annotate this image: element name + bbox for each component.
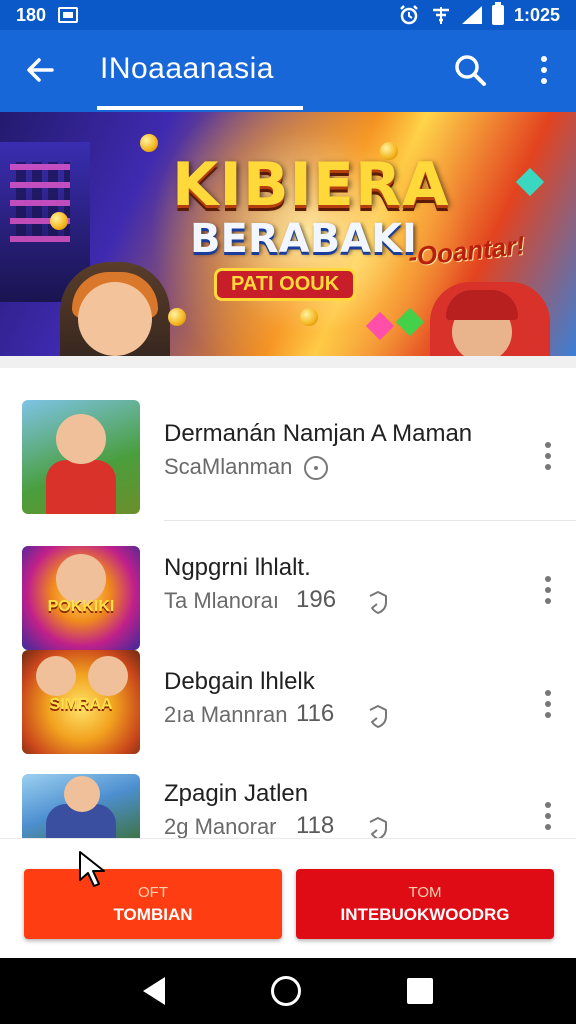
search-button[interactable] — [450, 50, 490, 90]
secondary-action-button[interactable]: TOM INTEBUOKWOODRG — [296, 869, 554, 939]
gem-icon — [515, 167, 545, 197]
button-label: TOMBIAN — [113, 904, 193, 924]
more-vert-dot — [545, 813, 551, 819]
more-vert-dot — [545, 824, 551, 830]
back-button[interactable] — [20, 50, 60, 90]
shield-icon — [369, 591, 387, 614]
more-vert-dot — [541, 78, 547, 84]
more-vert-dot — [545, 587, 551, 593]
more-vert-icon — [541, 56, 547, 62]
thumb-label: SIMRAA — [49, 696, 113, 713]
coin-icon — [300, 308, 318, 326]
item-title: Dermanán Namjan A Maman — [164, 420, 473, 447]
item-more-button[interactable] — [536, 798, 560, 834]
more-vert-icon — [545, 802, 551, 808]
game-thumbnail: SIMRAA — [22, 650, 140, 754]
more-vert-icon — [545, 576, 551, 582]
status-time-left: 180 — [16, 4, 47, 25]
screen: 180 1:025 INoaaanasia KIBIERA BERABAKI P… — [0, 0, 576, 1024]
banner-logo-line1: KIBIERA — [172, 150, 450, 220]
more-vert-icon — [545, 442, 551, 448]
list-divider — [164, 520, 576, 521]
coin-icon — [50, 212, 68, 230]
status-left: 180 — [16, 4, 79, 26]
item-more-button[interactable] — [536, 686, 560, 722]
item-subtitle: 2g Manorar — [164, 814, 277, 839]
clock-icon — [304, 456, 328, 480]
banner-character-right-hat — [446, 290, 518, 320]
game-thumbnail — [22, 400, 140, 514]
item-subtitle: Ta Mlanoraı — [164, 588, 279, 613]
more-vert-dot — [545, 453, 551, 459]
item-count: 116 — [296, 700, 335, 727]
thumb-character-head — [64, 776, 100, 812]
more-vert-dot — [545, 712, 551, 718]
item-count: 196 — [296, 586, 337, 613]
item-title: Zpagin Jatlen — [164, 780, 309, 807]
item-count: 118 — [296, 812, 335, 839]
shield-icon — [369, 705, 387, 728]
nav-home-icon[interactable] — [271, 976, 301, 1006]
thumb-character-head — [56, 554, 106, 604]
nav-recents-icon[interactable] — [407, 978, 433, 1004]
status-right: 1:025 — [398, 2, 560, 26]
more-vert-icon — [545, 690, 551, 696]
button-small-label: TOM — [408, 883, 442, 901]
primary-action-button[interactable]: OFT TOMBIAN — [24, 869, 282, 939]
wifi-signal-icon — [432, 7, 449, 24]
thumb-character-head — [36, 656, 76, 696]
nav-back-icon[interactable] — [143, 977, 165, 1005]
banner-logo-line2: BERABAKI — [190, 216, 417, 262]
more-vert-dot — [541, 67, 547, 73]
list-item[interactable]: POKKIKI Ngpgrni lhlalt. Ta Mlanoraı 196 — [0, 534, 576, 650]
system-nav-bar — [0, 958, 576, 1024]
item-subtitle: ScaMlanman — [164, 454, 293, 479]
banner-character-left-head — [78, 282, 152, 356]
banner-logo-line3: PATI OOUK — [214, 268, 357, 301]
notification-icon — [58, 7, 79, 23]
item-more-button[interactable] — [536, 438, 560, 474]
button-label: INTEBUOKWOODRG — [340, 904, 510, 924]
cell-signal-icon — [461, 6, 482, 24]
alarm-icon — [400, 5, 418, 25]
coin-icon — [168, 308, 186, 326]
item-title: Debgain lhlelk — [164, 668, 315, 695]
coin-icon — [140, 134, 158, 152]
game-list: Dermanán Namjan A Maman ScaMlanman POKKI… — [0, 356, 576, 850]
status-bar: 180 1:025 — [0, 0, 576, 30]
battery-icon — [491, 2, 504, 25]
back-arrow-icon — [27, 58, 54, 82]
search-icon — [455, 55, 486, 86]
thumb-label: POKKIKI — [47, 598, 115, 615]
thumb-character-head — [56, 414, 106, 464]
item-more-button[interactable] — [536, 572, 560, 608]
more-vert-dot — [545, 464, 551, 470]
status-clock: 1:025 — [513, 4, 560, 25]
list-item[interactable]: SIMRAA Debgain lhlelk 2ıa Mannran 116 — [0, 648, 576, 762]
page-title: INoaaanasia — [100, 52, 274, 85]
mouse-cursor-icon — [79, 851, 105, 887]
more-vert-dot — [545, 701, 551, 707]
app-bar: INoaaanasia — [0, 30, 576, 112]
item-title: Ngpgrni lhlalt. — [164, 554, 311, 581]
title-underline — [97, 106, 303, 110]
game-thumbnail: POKKIKI — [22, 546, 140, 650]
thumb-character-head — [88, 656, 128, 696]
more-options-button[interactable] — [526, 50, 562, 90]
list-item[interactable]: Dermanán Namjan A Maman ScaMlanman — [0, 390, 576, 514]
item-subtitle: 2ıa Mannran — [164, 702, 288, 727]
button-small-label: OFT — [138, 883, 168, 901]
thumb-character — [46, 460, 116, 514]
more-vert-dot — [545, 598, 551, 604]
promo-banner[interactable]: KIBIERA BERABAKI PATI OOUK -Ooantar! — [0, 112, 576, 356]
